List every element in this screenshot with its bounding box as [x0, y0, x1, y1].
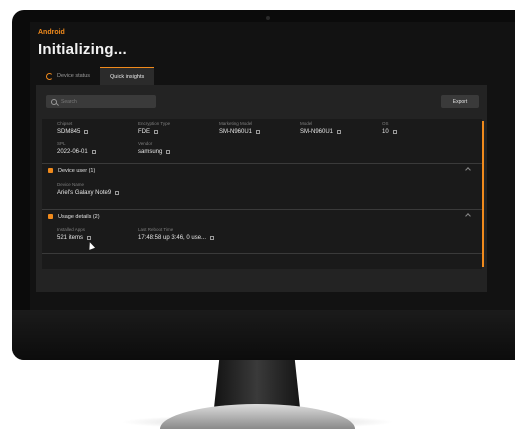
- tab-label: Quick insights: [110, 73, 145, 80]
- copy-icon[interactable]: [115, 191, 120, 195]
- platform-label: Android: [38, 29, 65, 36]
- copy-icon[interactable]: [91, 150, 96, 154]
- field-device-name: Device Name Ariel's Galaxy Note9: [57, 182, 120, 196]
- field-value: SM-N960U1: [300, 129, 334, 135]
- copy-icon[interactable]: [392, 130, 397, 134]
- section-usage-details[interactable]: Usage details (2): [42, 209, 482, 223]
- field-model: Model SM-N960U1: [300, 121, 342, 135]
- field-label: Encryption Type: [138, 121, 171, 126]
- field-label: SPL: [57, 141, 66, 146]
- mouse-cursor-icon: [86, 241, 96, 250]
- chevron-up-icon[interactable]: [465, 167, 471, 173]
- section-divider: [42, 253, 482, 254]
- section-title: Device user (1): [58, 167, 96, 174]
- calendar-icon: [48, 214, 53, 219]
- field-value: samsung: [138, 149, 163, 155]
- field-encryption-type: Encryption Type FDE: [138, 121, 170, 135]
- app-screen: Android Initializing... Device status Qu…: [30, 22, 515, 310]
- field-value: 17:48:58 up 3:46, 0 use...: [138, 235, 207, 241]
- field-value: Ariel's Galaxy Note9: [57, 190, 112, 196]
- monitor-stand-base: [160, 404, 355, 429]
- loading-spinner-icon: [46, 72, 53, 80]
- section-title: Usage details (2): [58, 213, 100, 220]
- copy-icon[interactable]: [337, 130, 342, 134]
- scrollbar[interactable]: [482, 121, 484, 267]
- insights-content: Chipset SDM845 Encryption Type FDE Marke…: [42, 119, 482, 269]
- field-value: FDE: [138, 129, 150, 135]
- copy-icon[interactable]: [166, 150, 171, 154]
- field-label: OS: [382, 121, 389, 126]
- copy-icon[interactable]: [210, 236, 215, 240]
- section-device-user[interactable]: Device user (1): [42, 163, 482, 177]
- field-chipset: Chipset SDM845: [57, 121, 89, 135]
- tab-bar: Device status Quick insights: [36, 67, 155, 85]
- tab-device-status[interactable]: Device status: [36, 67, 100, 85]
- tab-quick-insights[interactable]: Quick insights: [100, 67, 155, 85]
- quick-insights-panel: Export Chipset SDM845 Encryption Type FD…: [36, 85, 487, 292]
- field-value: SDM845: [57, 129, 81, 135]
- copy-icon[interactable]: [87, 236, 92, 240]
- field-vendor: Vendor samsung: [138, 141, 171, 155]
- page-title: Initializing...: [38, 41, 127, 58]
- field-spl: SPL 2022-06-01: [57, 141, 96, 155]
- tab-label: Device status: [57, 73, 91, 79]
- field-os: OS 10: [382, 121, 397, 135]
- copy-icon[interactable]: [256, 130, 261, 134]
- field-marketing-model: Marketing Model SM-N960U1: [219, 121, 261, 135]
- search-icon: [51, 98, 57, 105]
- field-label: Device Name: [57, 182, 85, 187]
- chevron-up-icon[interactable]: [465, 213, 471, 219]
- field-label: Installed Apps: [57, 227, 86, 232]
- user-icon: [48, 168, 53, 173]
- field-value: 10: [382, 129, 389, 135]
- scene: Android Initializing... Device status Qu…: [0, 0, 515, 429]
- field-last-reboot-time: Last Reboot Time 17:48:58 up 3:46, 0 use…: [138, 227, 215, 241]
- copy-icon[interactable]: [84, 130, 89, 134]
- export-button[interactable]: Export: [441, 95, 479, 108]
- field-label: Vendor: [138, 141, 153, 146]
- field-installed-apps: Installed Apps 521 items: [57, 227, 92, 241]
- copy-icon[interactable]: [154, 130, 158, 134]
- field-label: Chipset: [57, 121, 73, 126]
- field-label: Model: [300, 121, 313, 126]
- search-box[interactable]: [46, 95, 156, 108]
- search-input[interactable]: [61, 98, 146, 105]
- field-label: Marketing Model: [219, 121, 253, 126]
- field-value: 521 items: [57, 235, 84, 241]
- field-value: SM-N960U1: [219, 129, 253, 135]
- field-value: 2022-06-01: [57, 149, 88, 155]
- monitor-stand-neck: [214, 360, 300, 408]
- field-label: Last Reboot Time: [138, 227, 174, 232]
- camera-icon: [266, 16, 270, 20]
- monitor-chin: [12, 310, 515, 360]
